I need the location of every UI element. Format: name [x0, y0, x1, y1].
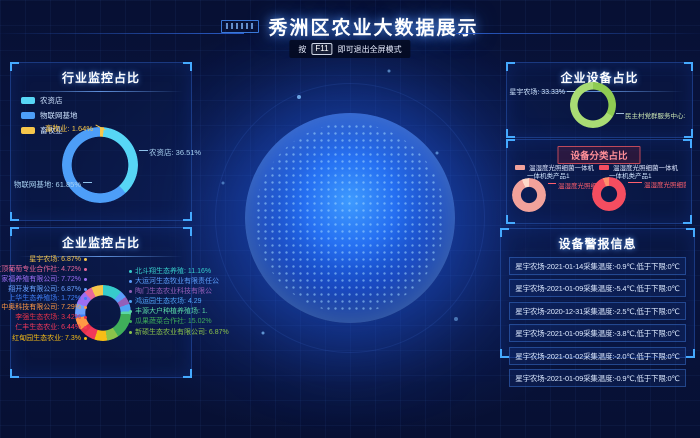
alarm-row: 星宇农场-2021-01-09采集温度:-3.8℃,低于下限:0℃: [509, 324, 686, 342]
alarm-row: 星宇农场-2021-01-02采集温度:-2.0℃,低于下限:0℃: [509, 347, 686, 365]
panel-industry-monitoring: 行业监控占比 农资店 物联网基地 畜牧业 畜牧业: 1.64% 农资店: 36.…: [10, 62, 192, 221]
leader-line: [567, 91, 575, 92]
page-title: 秀洲区农业大数据展示: [268, 13, 478, 40]
legend-swatch: [21, 127, 35, 134]
pie-label: 瓜果蔬菜合作社: 15.02%: [129, 316, 212, 326]
legend-swatch: [599, 165, 609, 170]
pie-label: 红甸园生态农业: 7.3%: [12, 333, 87, 343]
legend-swatch: [21, 97, 35, 104]
alarm-list: 星宇农场-2021-01-14采集温度:-0.9℃,低于下限:0℃ 星宇农场-2…: [501, 257, 694, 388]
pie-label: 大运河生态牧业有限责任公: [129, 276, 219, 286]
globe-visualization: [245, 113, 455, 323]
pie-label: 星宇农场: 6.87%: [29, 254, 87, 264]
legend-swatch: [515, 165, 525, 170]
pie-label: 星宇农场: 33.33%: [509, 87, 565, 97]
alarm-row: 星宇农场-2020-12-31采集温度:-2.5℃,低于下限:0℃: [509, 302, 686, 320]
pie-label: 物联网基地: 61.85%: [14, 179, 81, 190]
leader-line: [628, 182, 642, 183]
fullscreen-hint: 按 F11 即可退出全屏模式: [289, 40, 410, 58]
panel-divider: [19, 91, 183, 92]
alarm-row: 星宇农场-2021-01-14采集温度:-0.9℃,低于下限:0℃: [509, 257, 686, 275]
header: 秀洲区农业大数据展示: [0, 13, 700, 40]
donut-chart-class-left[interactable]: [512, 178, 546, 212]
panel-device-classification: 设备分类占比 温湿度光照细菌一体机 一体机类产品1 温湿度光照细菌一体机 温湿度…: [506, 139, 692, 224]
pie-label: 农资店: 36.51%: [149, 147, 201, 158]
f11-key: F11: [311, 43, 332, 55]
leader-line: [548, 183, 556, 184]
pie-label: 陶门生态农业科技有限公: [129, 286, 212, 296]
pie-label: 家福养殖有限公司: 7.72%: [1, 274, 87, 284]
alarm-row: 星宇农场-2021-01-09采集温度:-0.9℃,低于下限:0℃: [509, 369, 686, 387]
pie-label: 畜牧业: 1.64%: [45, 123, 93, 134]
pie-label: 丰源大户种植养殖场: 1.: [129, 306, 208, 316]
legend-item[interactable]: 农资店: [21, 95, 78, 106]
leader-line: [139, 150, 148, 151]
panel-title: 设备警报信息: [501, 235, 694, 252]
pie-label: 新硕生态农业有限公司: 6.87%: [129, 327, 229, 337]
legend-label: 农资店: [40, 95, 63, 106]
legend-swatch: [21, 112, 35, 119]
panel-title: 行业监控占比: [11, 69, 191, 86]
pie-label: 仁丰生态农业: 6.44%: [15, 322, 87, 332]
leader-line: [83, 182, 92, 183]
donut-chart-class-right[interactable]: [592, 177, 626, 211]
header-line-right: [456, 33, 700, 34]
pie-label: 李强生态农场: 3.42%: [15, 312, 87, 322]
alarm-row: 星宇农场-2021-01-09采集温度:-5.4℃,低于下限:0℃: [509, 279, 686, 297]
pie-label: 温湿度光照细菌一体机: [644, 179, 686, 189]
panel-device-alarms: 设备警报信息 星宇农场-2021-01-14采集温度:-0.9℃,低于下限:0℃…: [500, 228, 695, 358]
pie-label: 中奥科技有限公司: 7.29%: [1, 302, 87, 312]
donut-chart-equipment[interactable]: [570, 82, 616, 128]
hint-suffix: 即可退出全屏模式: [338, 44, 402, 55]
brand-logo: [221, 20, 259, 33]
panel-enterprise-monitoring: 企业监控占比 星宇农场: 6.87% 红顶葡萄专业合作社: 4.72% 家福养殖…: [10, 227, 192, 378]
panel-equipment-ratio: 企业设备占比 星宇农场: 33.33% 民主村党群服务中心:: [506, 62, 693, 138]
leader-line: [616, 113, 624, 114]
hint-prefix: 按: [298, 44, 306, 55]
legend-item[interactable]: 物联网基地: [21, 110, 78, 121]
legend-label: 物联网基地: [40, 110, 78, 121]
pie-label: 北斗翔生态养殖: 11.16%: [129, 266, 211, 276]
panel-title: 企业监控占比: [11, 234, 191, 251]
pie-label: 鸿运园生态农场: 4.29: [129, 296, 202, 306]
donut-chart-industry[interactable]: [62, 127, 138, 203]
header-line-left: [0, 33, 244, 34]
pie-label: 红顶葡萄专业合作社: 4.72%: [0, 264, 87, 274]
glow-dots: [0, 0, 2, 2]
pie-label: 民主村党群服务中心:: [625, 110, 685, 120]
